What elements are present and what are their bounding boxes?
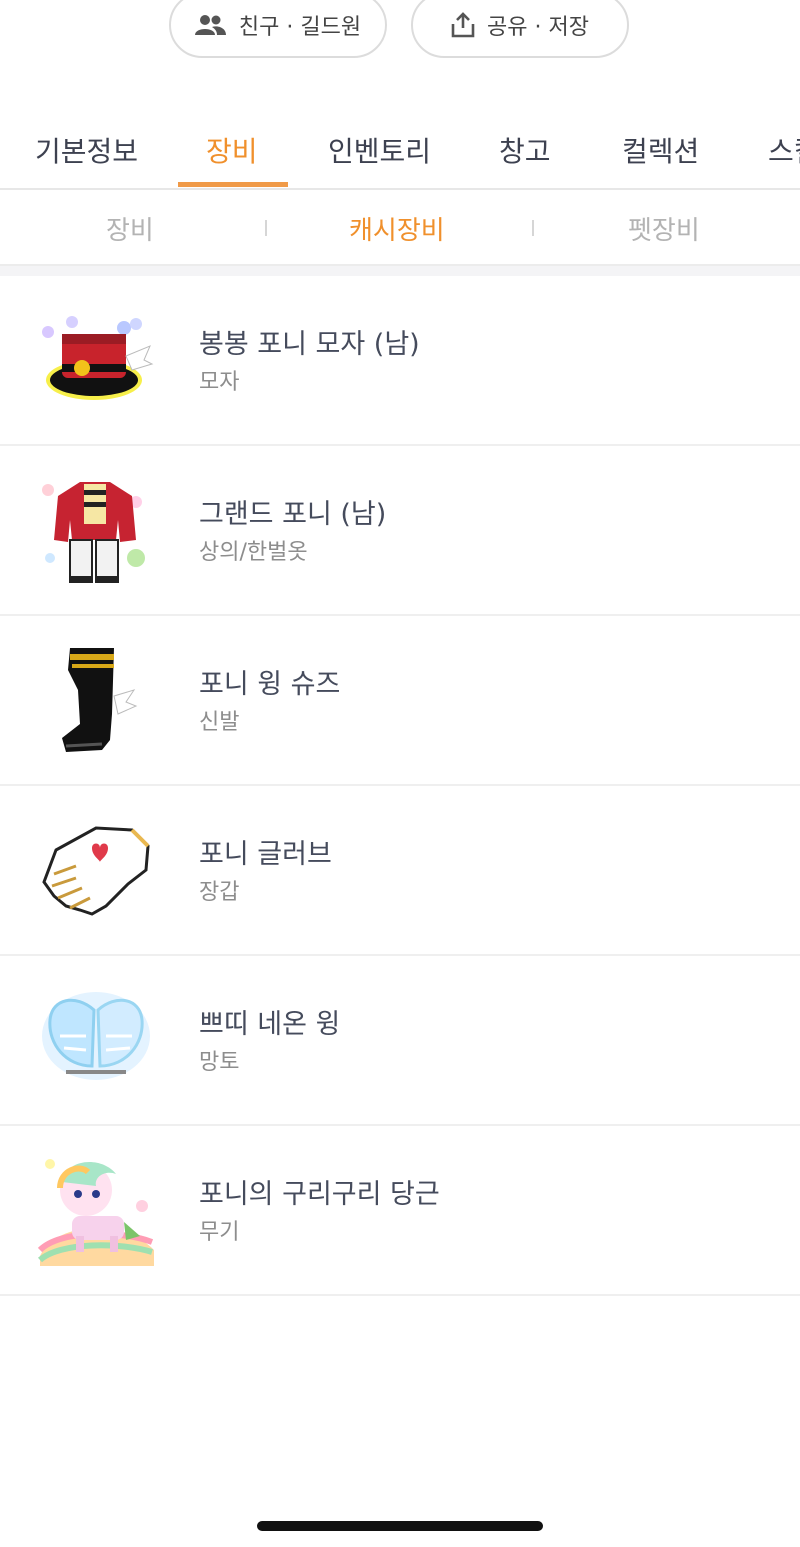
list-item[interactable]: 포니 글러브 장갑 (0, 786, 800, 956)
tab-collection[interactable]: 컬렉션 (622, 130, 699, 170)
tab-storage[interactable]: 창고 (499, 130, 551, 170)
cash-equipment-list: 봉봉 포니 모자 (남) 모자 그랜드 포니 (남) 상의/한벌옷 포니 윙 슈… (0, 276, 800, 1296)
item-name: 봉봉 포니 모자 (남) (199, 329, 420, 360)
subtab-divider (265, 220, 267, 236)
friends-guild-button[interactable]: 친구 · 길드원 (169, 0, 387, 58)
list-item[interactable]: 포니 윙 슈즈 신발 (0, 616, 800, 786)
tab-skill[interactable]: 스킬 (768, 130, 800, 170)
share-save-label: 공유 · 저장 (487, 15, 589, 40)
people-icon (194, 15, 226, 35)
subtab-divider (532, 220, 534, 236)
section-divider (0, 266, 800, 276)
item-type: 장갑 (199, 880, 240, 905)
home-indicator[interactable] (257, 1521, 543, 1531)
friends-guild-label: 친구 · 길드원 (238, 15, 362, 40)
winged-boot-icon (62, 648, 138, 752)
tab-basic-info[interactable]: 기본정보 (35, 130, 138, 170)
list-item[interactable]: 봉봉 포니 모자 (남) 모자 (0, 276, 800, 446)
share-upload-icon (451, 12, 475, 38)
item-name: 포니 윙 슈즈 (199, 669, 341, 700)
list-item[interactable]: 그랜드 포니 (남) 상의/한벌옷 (0, 446, 800, 616)
top-hat-icon (42, 316, 154, 400)
list-item[interactable]: 포니의 구리구리 당근 무기 (0, 1126, 800, 1296)
main-tabs: 기본정보 장비 인벤토리 창고 컬렉션 스킬 (0, 112, 800, 190)
neon-wing-icon (42, 992, 150, 1080)
list-item[interactable]: 쁘띠 네온 윙 망토 (0, 956, 800, 1126)
item-name: 포니 글러브 (199, 839, 332, 870)
tab-inventory[interactable]: 인벤토리 (328, 130, 431, 170)
item-type: 모자 (199, 370, 240, 395)
share-save-button[interactable]: 공유 · 저장 (411, 0, 629, 58)
item-type: 상의/한벌옷 (199, 540, 308, 565)
subtab-cash-equipment[interactable]: 캐시장비 (349, 210, 445, 247)
glove-icon (42, 826, 150, 916)
item-type: 망토 (199, 1050, 240, 1075)
tab-equipment[interactable]: 장비 (206, 130, 258, 170)
subtab-pet-equipment[interactable]: 펫장비 (628, 210, 700, 247)
item-name: 포니의 구리구리 당근 (199, 1179, 440, 1210)
item-name: 쁘띠 네온 윙 (199, 1009, 341, 1040)
item-name: 그랜드 포니 (남) (199, 499, 387, 530)
active-tab-indicator (178, 182, 288, 187)
top-actions: 친구 · 길드원 공유 · 저장 (0, 0, 800, 62)
item-type: 무기 (199, 1220, 240, 1245)
subtab-equipment[interactable]: 장비 (106, 210, 154, 247)
pony-weapon-icon (37, 1159, 154, 1266)
sub-tabs: 장비 캐시장비 펫장비 (0, 190, 800, 266)
suit-outfit-icon (42, 482, 145, 583)
item-type: 신발 (199, 710, 240, 735)
